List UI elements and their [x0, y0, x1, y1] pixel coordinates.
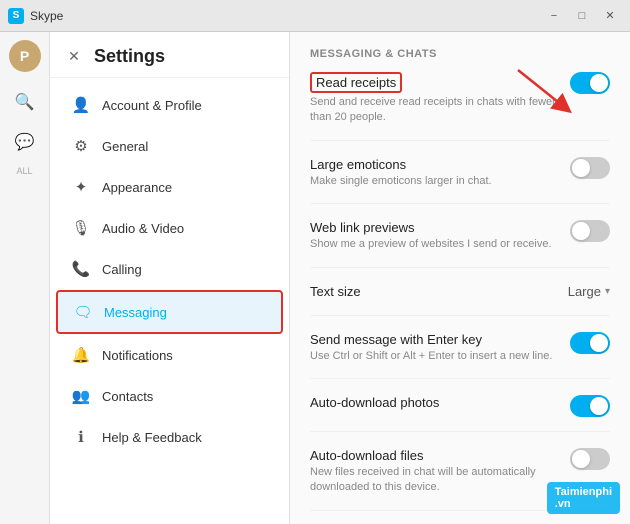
text-size-value: Large	[568, 284, 601, 299]
account-label: Account & Profile	[102, 98, 202, 113]
sidebar-item-messaging[interactable]: 🗨 Messaging	[56, 290, 283, 334]
general-icon: ⚙	[70, 135, 92, 157]
user-avatar[interactable]: P	[9, 40, 41, 72]
large-emoticons-control	[570, 157, 610, 179]
auto-photos-name: Auto-download photos	[310, 395, 558, 410]
window-controls: − □ ✕	[542, 4, 622, 28]
minimize-button[interactable]: −	[542, 4, 566, 28]
web-link-text: Web link previews Show me a preview of w…	[310, 220, 558, 252]
auto-photos-thumb	[590, 397, 608, 415]
auto-files-control	[570, 448, 610, 470]
watermark-text: Taimienphi.vn	[555, 486, 612, 510]
chevron-down-icon: ▾	[605, 286, 610, 297]
auto-files-name: Auto-download files	[310, 448, 558, 463]
large-emoticons-toggle[interactable]	[570, 157, 610, 179]
large-emoticons-thumb	[572, 159, 590, 177]
help-label: Help & Feedback	[102, 430, 202, 445]
read-receipts-name: Read receipts	[310, 72, 402, 93]
auto-files-text: Auto-download files New files received i…	[310, 448, 558, 496]
web-link-thumb	[572, 222, 590, 240]
messaging-icon: 🗨	[72, 301, 94, 323]
audio-video-icon: 🎙	[70, 217, 92, 239]
send-enter-control	[570, 332, 610, 354]
auto-files-desc: New files received in chat will be autom…	[310, 465, 558, 496]
auto-photos-control	[570, 395, 610, 417]
send-enter-toggle[interactable]	[570, 332, 610, 354]
app-title: Skype	[30, 9, 542, 23]
auto-photos-text: Auto-download photos	[310, 395, 558, 412]
read-receipts-desc: Send and receive read receipts in chats …	[310, 95, 558, 126]
sidebar-item-contacts[interactable]: 👥 Contacts	[56, 376, 283, 416]
audio-video-label: Audio & Video	[102, 221, 184, 236]
all-label: ALL	[16, 166, 32, 176]
text-size-name: Text size	[310, 284, 556, 299]
sidebar-item-audio-video[interactable]: 🎙 Audio & Video	[56, 208, 283, 248]
appearance-icon: ✦	[70, 176, 92, 198]
chat-icon[interactable]: 💬	[7, 124, 43, 160]
skype-sidebar: P 🔍 💬 ALL	[0, 32, 50, 524]
search-icon[interactable]: 🔍	[7, 84, 43, 120]
send-enter-text: Send message with Enter key Use Ctrl or …	[310, 332, 558, 364]
auto-photos-toggle[interactable]	[570, 395, 610, 417]
read-receipts-control	[570, 72, 610, 94]
sidebar-item-general[interactable]: ⚙ General	[56, 126, 283, 166]
read-receipts-toggle[interactable]	[570, 72, 610, 94]
sidebar-item-appearance[interactable]: ✦ Appearance	[56, 167, 283, 207]
web-link-control	[570, 220, 610, 242]
settings-panel: ✕ Settings 👤 Account & Profile ⚙ General…	[50, 32, 290, 524]
web-link-toggle[interactable]	[570, 220, 610, 242]
sidebar-item-help[interactable]: ℹ Help & Feedback	[56, 417, 283, 457]
app-container: P 🔍 💬 ALL ✕ Settings 👤 Account & Profile…	[0, 32, 630, 524]
calling-icon: 📞	[70, 258, 92, 280]
setting-auto-download-photos: Auto-download photos	[310, 395, 610, 432]
contacts-icon: 👥	[70, 385, 92, 407]
setting-read-receipts: Read receipts Send and receive read rece…	[310, 72, 610, 141]
setting-text-size: Text size Large ▾	[310, 284, 610, 316]
read-receipts-thumb	[590, 74, 608, 92]
help-icon: ℹ	[70, 426, 92, 448]
web-link-desc: Show me a preview of websites I send or …	[310, 237, 558, 252]
web-link-name: Web link previews	[310, 220, 558, 235]
setting-send-enter: Send message with Enter key Use Ctrl or …	[310, 332, 610, 379]
send-enter-name: Send message with Enter key	[310, 332, 558, 347]
notifications-label: Notifications	[102, 348, 173, 363]
read-receipts-text: Read receipts Send and receive read rece…	[310, 72, 558, 126]
settings-header: ✕ Settings	[50, 32, 289, 78]
maximize-button[interactable]: □	[570, 4, 594, 28]
notifications-icon: 🔔	[70, 344, 92, 366]
calling-label: Calling	[102, 262, 142, 277]
sidebar-item-account[interactable]: 👤 Account & Profile	[56, 85, 283, 125]
auto-files-toggle[interactable]	[570, 448, 610, 470]
content-scroll: MESSAGING & CHATS Read receipts Send and…	[290, 32, 630, 524]
settings-title: Settings	[94, 46, 165, 67]
text-size-dropdown[interactable]: Large ▾	[568, 284, 610, 299]
messaging-label: Messaging	[104, 305, 167, 320]
content-area: MESSAGING & CHATS Read receipts Send and…	[290, 32, 630, 524]
large-emoticons-text: Large emoticons Make single emoticons la…	[310, 157, 558, 189]
large-emoticons-desc: Make single emoticons larger in chat.	[310, 174, 558, 189]
settings-close-button[interactable]: ✕	[64, 47, 84, 67]
setting-large-emoticons: Large emoticons Make single emoticons la…	[310, 157, 610, 204]
large-emoticons-name: Large emoticons	[310, 157, 558, 172]
account-icon: 👤	[70, 94, 92, 116]
text-size-control: Large ▾	[568, 284, 610, 299]
app-icon: S	[8, 8, 24, 24]
text-size-text: Text size	[310, 284, 556, 301]
contacts-label: Contacts	[102, 389, 153, 404]
settings-nav: 👤 Account & Profile ⚙ General ✦ Appearan…	[50, 78, 289, 524]
sidebar-item-notifications[interactable]: 🔔 Notifications	[56, 335, 283, 375]
sidebar-item-calling[interactable]: 📞 Calling	[56, 249, 283, 289]
appearance-label: Appearance	[102, 180, 172, 195]
section-label: MESSAGING & CHATS	[310, 48, 610, 60]
send-enter-thumb	[590, 334, 608, 352]
setting-web-link-previews: Web link previews Show me a preview of w…	[310, 220, 610, 267]
auto-files-thumb	[572, 450, 590, 468]
watermark: Taimienphi.vn	[547, 482, 620, 514]
send-enter-desc: Use Ctrl or Shift or Alt + Enter to inse…	[310, 349, 558, 364]
titlebar: S Skype − □ ✕	[0, 0, 630, 32]
general-label: General	[102, 139, 148, 154]
close-button[interactable]: ✕	[598, 4, 622, 28]
